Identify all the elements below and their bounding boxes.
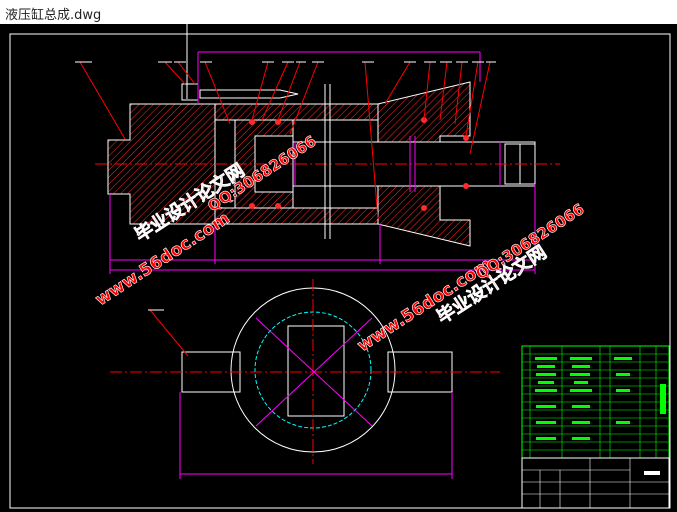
cylinder-wall-bottom — [214, 207, 379, 225]
document-title: 液压缸总成.dwg — [5, 8, 102, 23]
bom-table — [521, 345, 670, 459]
title-bar: 液压缸总成.dwg — [0, 0, 677, 24]
title-block — [521, 457, 670, 509]
drawing-canvas[interactable]: 毕业设计论文网 QQ:306826066 www.56doc.com www.5… — [0, 24, 677, 512]
